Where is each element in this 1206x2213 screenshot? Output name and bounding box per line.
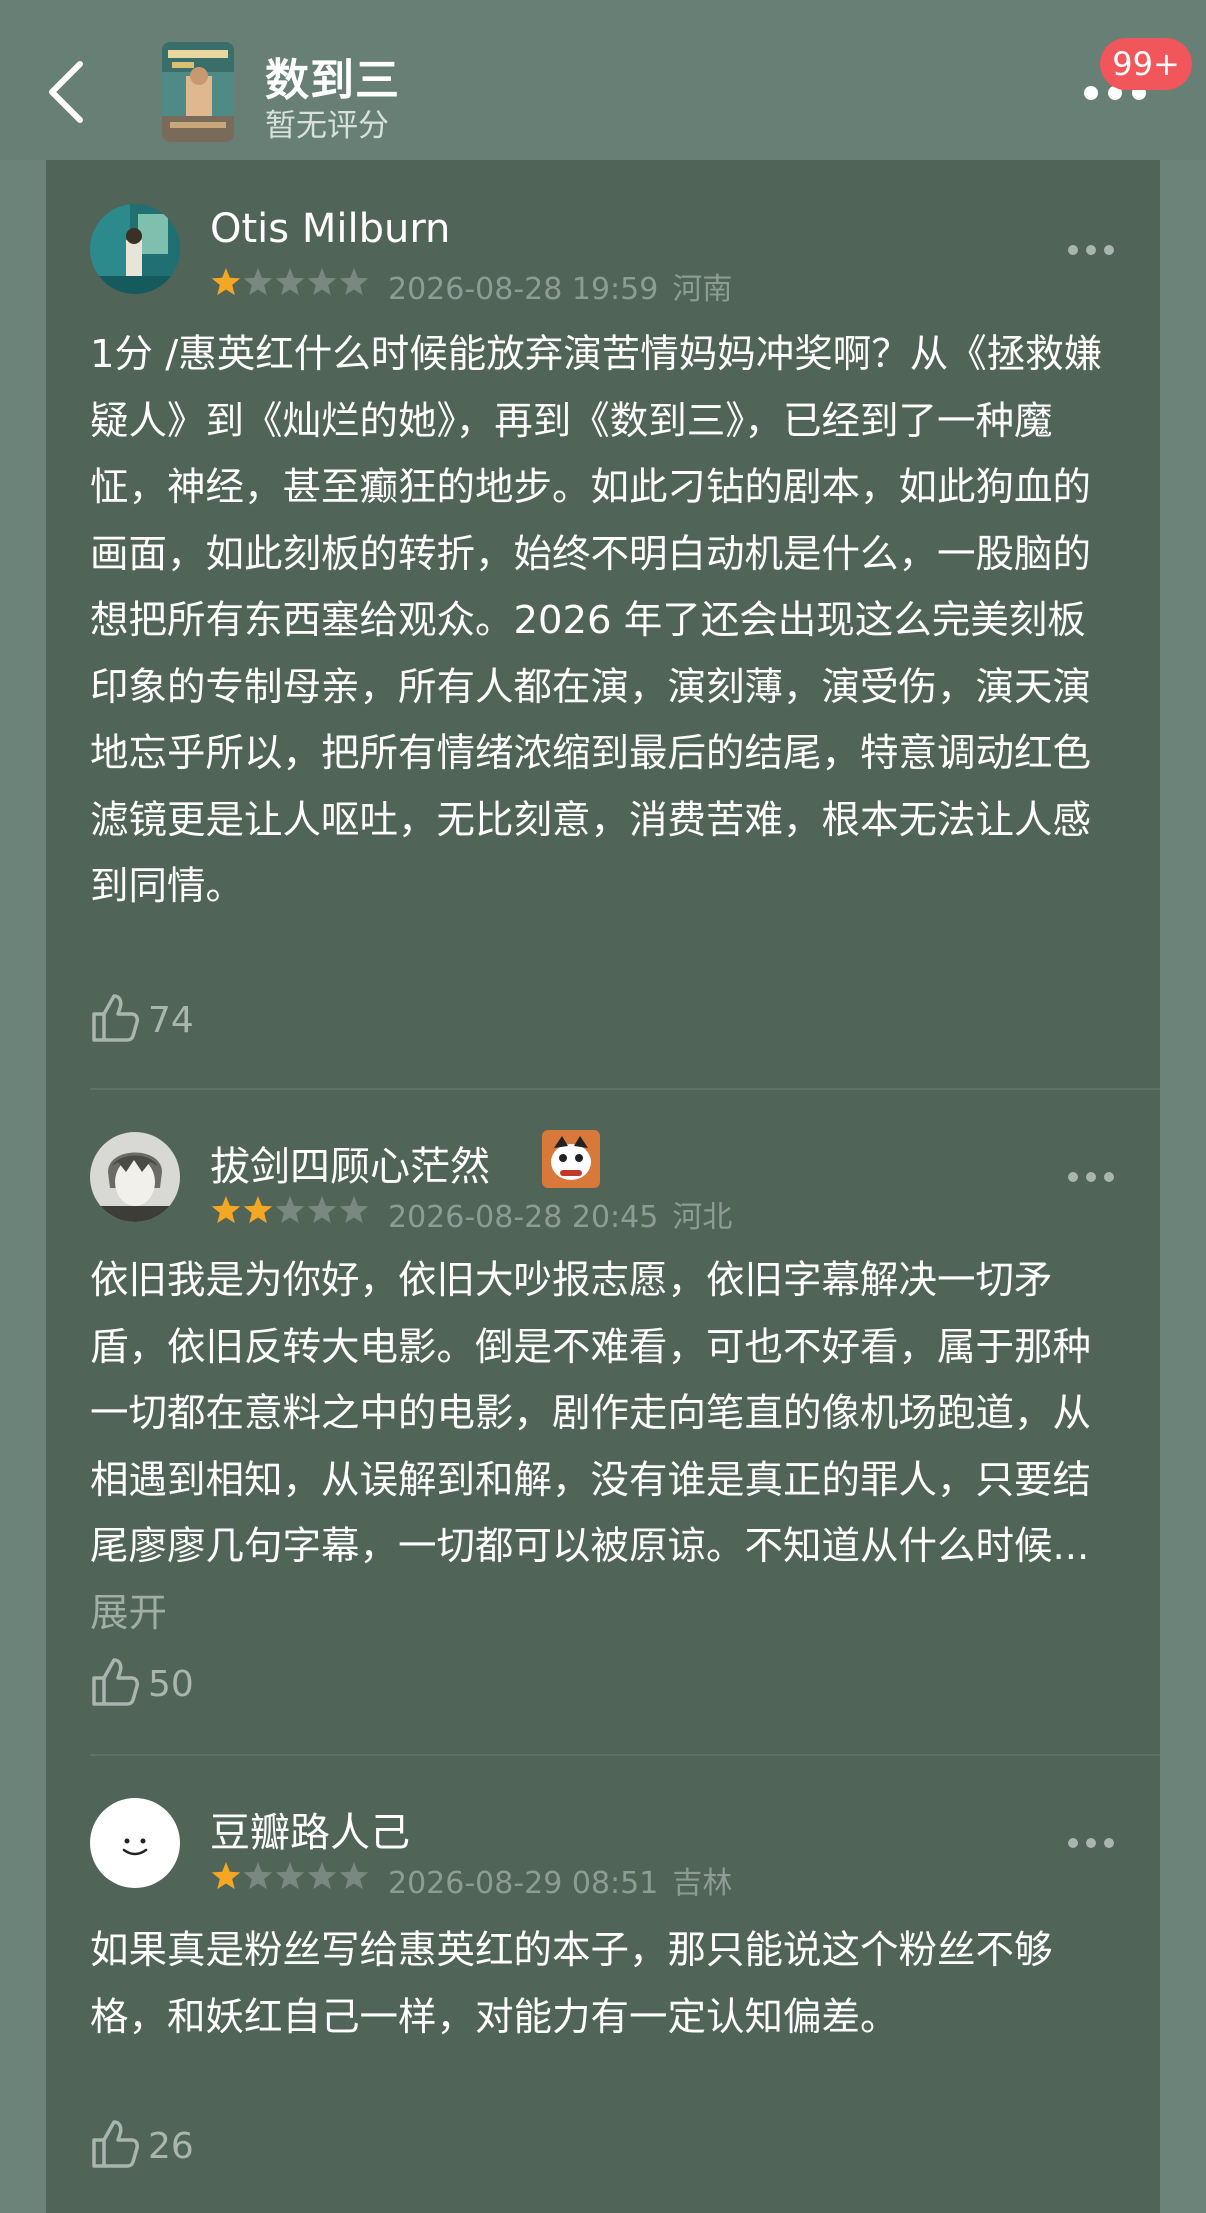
review-more-button[interactable] bbox=[1068, 245, 1114, 257]
review-date: 2026-08-28 19:59 bbox=[388, 272, 659, 307]
star-filled-icon bbox=[243, 1196, 273, 1224]
thumbs-up-icon bbox=[92, 2120, 139, 2168]
like-count: 50 bbox=[148, 1664, 194, 1705]
user-avatar[interactable] bbox=[90, 204, 180, 294]
star-empty-icon bbox=[307, 268, 337, 296]
star-empty-icon bbox=[307, 1862, 337, 1890]
star-rating bbox=[211, 268, 369, 296]
review-author[interactable]: 拔剑四顾心茫然 bbox=[210, 1134, 490, 1192]
star-filled-icon bbox=[211, 1862, 241, 1890]
like-count: 26 bbox=[148, 2126, 194, 2167]
reviews-panel: Otis Milburn 2026-08-28 19:59 河南 1分 /惠英红什… bbox=[46, 160, 1160, 2213]
review-location: 河南 bbox=[672, 272, 733, 307]
star-empty-icon bbox=[275, 1196, 305, 1224]
review-date: 2026-08-29 08:51 bbox=[388, 1866, 659, 1901]
review-meta: 2026-08-28 20:45 河北 bbox=[388, 1192, 732, 1236]
review-text[interactable]: 依旧我是为你好，依旧大吵报志愿，依旧字幕解决一切矛盾，依旧反转大电影。倒是不难看… bbox=[90, 1248, 1116, 1647]
like-button[interactable]: 50 bbox=[90, 1656, 210, 1712]
review-text[interactable]: 1分 /惠英红什么时候能放弃演苦情妈妈冲奖啊？从《拯救嫌疑人》到《灿烂的她》，再… bbox=[90, 322, 1116, 921]
star-empty-icon bbox=[275, 268, 305, 296]
user-avatar[interactable] bbox=[90, 1132, 180, 1222]
review-author[interactable]: Otis Milburn bbox=[210, 206, 450, 252]
review-location: 吉林 bbox=[672, 1866, 733, 1901]
divider bbox=[90, 1754, 1160, 1756]
thumbs-up-icon bbox=[92, 1658, 139, 1706]
like-button[interactable]: 26 bbox=[90, 2118, 210, 2174]
review-date: 2026-08-28 20:45 bbox=[388, 1200, 659, 1235]
review-meta: 2026-08-28 19:59 河南 bbox=[388, 264, 732, 308]
star-rating bbox=[211, 1196, 369, 1224]
star-empty-icon bbox=[339, 1196, 369, 1224]
star-empty-icon bbox=[339, 1862, 369, 1890]
review-location: 河北 bbox=[672, 1200, 733, 1235]
star-empty-icon bbox=[339, 268, 369, 296]
star-empty-icon bbox=[307, 1196, 337, 1224]
divider bbox=[90, 1088, 1160, 1090]
star-empty-icon bbox=[243, 268, 273, 296]
expand-link[interactable]: 展开 bbox=[90, 1591, 167, 1636]
movie-rating: 暂无评分 bbox=[265, 108, 389, 144]
review-meta: 2026-08-29 08:51 吉林 bbox=[388, 1858, 732, 1902]
star-rating bbox=[211, 1862, 369, 1890]
notification-badge: 99+ bbox=[1100, 38, 1192, 90]
review-text[interactable]: 如果真是粉丝写给惠英红的本子，那只能说这个粉丝不够格，和妖红自己一样，对能力有一… bbox=[90, 1918, 1116, 2051]
movie-title: 数到三 bbox=[265, 55, 400, 106]
thumbs-up-icon bbox=[92, 994, 139, 1042]
review-author[interactable]: 豆瓣路人己 bbox=[210, 1800, 410, 1858]
movie-poster[interactable] bbox=[162, 42, 234, 142]
user-avatar[interactable] bbox=[90, 1798, 180, 1888]
chevron-left-icon bbox=[49, 61, 83, 123]
user-badge-icon bbox=[542, 1130, 600, 1188]
star-empty-icon bbox=[275, 1862, 305, 1890]
dot-icon bbox=[1084, 86, 1098, 100]
review-more-button[interactable] bbox=[1068, 1838, 1114, 1850]
star-filled-icon bbox=[211, 1196, 241, 1224]
star-empty-icon bbox=[243, 1862, 273, 1890]
top-bar: 数到三 暂无评分 99+ bbox=[0, 0, 1206, 160]
like-count: 74 bbox=[148, 1000, 194, 1041]
review-more-button[interactable] bbox=[1068, 1172, 1114, 1184]
like-button[interactable]: 74 bbox=[90, 992, 210, 1048]
star-filled-icon bbox=[211, 268, 241, 296]
back-button[interactable] bbox=[38, 56, 98, 126]
